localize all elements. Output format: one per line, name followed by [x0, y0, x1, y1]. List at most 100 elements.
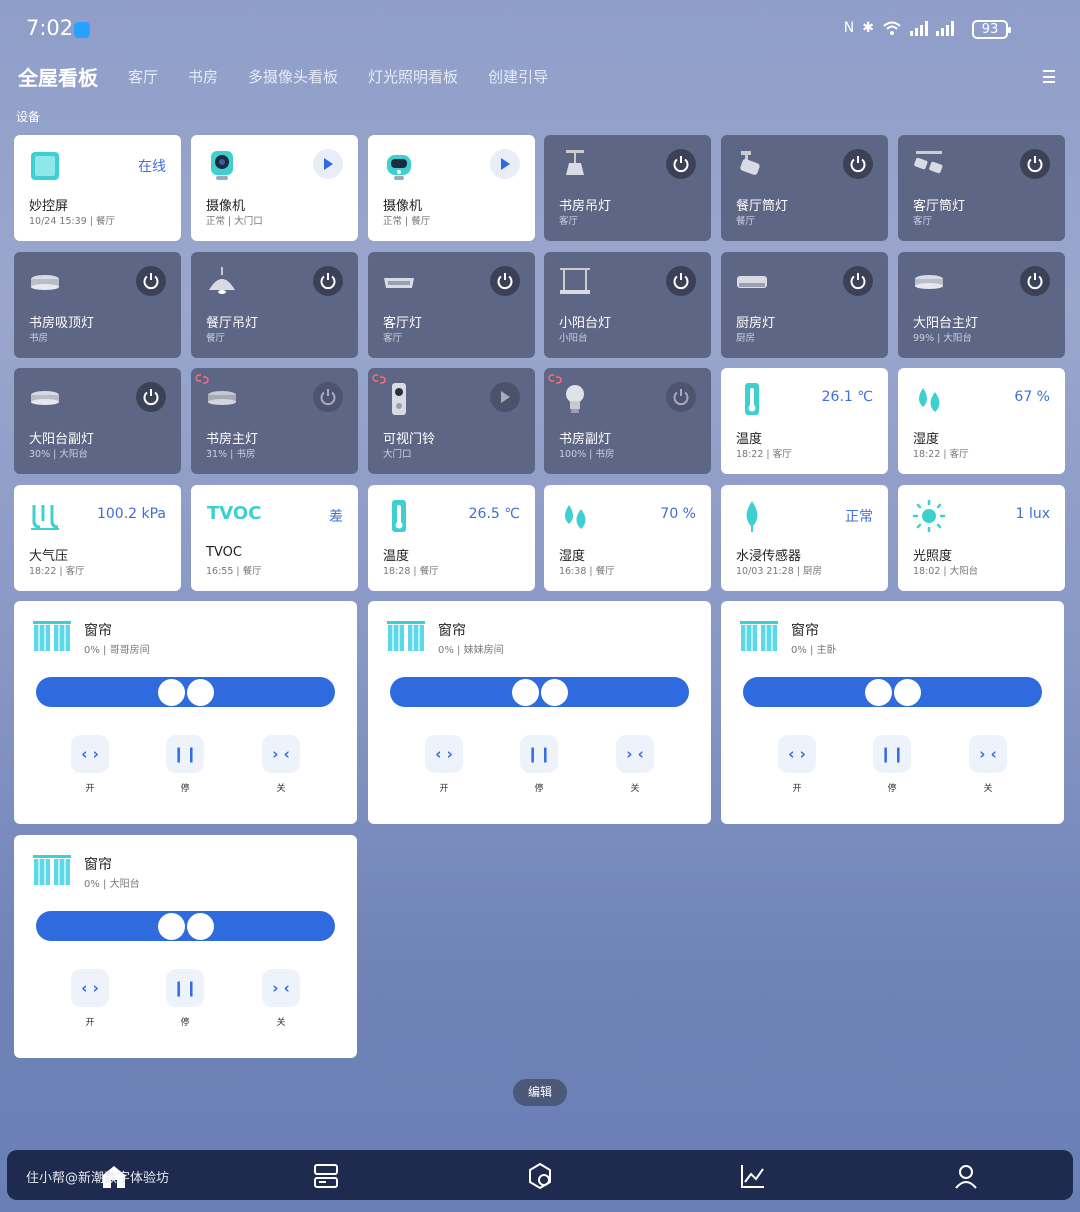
menu-icon[interactable] [1043, 70, 1055, 83]
curtain-open-button[interactable]: ‹ › [71, 969, 109, 1007]
power-button[interactable] [843, 149, 873, 179]
curtain-position-slider[interactable] [36, 677, 335, 707]
play-button[interactable] [490, 382, 520, 412]
device-card-camera[interactable]: 摄像机 正常 | 大门口 [191, 135, 358, 241]
device-card-light-offline[interactable]: 书房主灯 31% | 书房 [191, 368, 358, 474]
device-name: 妙控屏 [29, 199, 69, 214]
curtain-pause-button[interactable]: ❙❙ [520, 735, 558, 773]
device-card-light[interactable]: 书房吊灯 客厅 [544, 135, 711, 241]
bluetooth-icon: ✱ [862, 20, 874, 36]
profile-icon[interactable] [952, 1162, 980, 1190]
curtain-pause-button[interactable]: ❙❙ [166, 969, 204, 1007]
curtain-pause-button[interactable]: ❙❙ [873, 735, 911, 773]
power-button[interactable] [136, 266, 166, 296]
slider-handle-right[interactable] [894, 679, 921, 706]
curtain-position-slider[interactable] [743, 677, 1042, 707]
tab-multi-camera[interactable]: 多摄像头看板 [248, 66, 338, 87]
device-card-control-screen[interactable]: 在线 妙控屏 10/24 15:39 | 餐厅 [14, 135, 181, 241]
battery-icon: 93 [972, 20, 1011, 39]
curtain-pause-button[interactable]: ❙❙ [166, 735, 204, 773]
device-sub: 客厅 [559, 216, 579, 227]
power-button[interactable] [490, 266, 520, 296]
slider-handle-left[interactable] [512, 679, 539, 706]
curtain-close-button[interactable]: › ‹ [262, 735, 300, 773]
play-button[interactable] [313, 149, 343, 179]
device-card-light[interactable]: 大阳台副灯 30% | 大阳台 [14, 368, 181, 474]
curtain-open-button[interactable]: ‹ › [778, 735, 816, 773]
close-label: 关 [983, 784, 993, 794]
signal-2-icon [936, 20, 954, 36]
curtain-open-button[interactable]: ‹ › [71, 735, 109, 773]
power-button[interactable] [1020, 149, 1050, 179]
device-sub: 10/03 21:28 | 厨房 [736, 566, 823, 577]
device-card-light[interactable]: 客厅筒灯 客厅 [898, 135, 1065, 241]
device-name: TVOC [206, 545, 242, 560]
sensor-card-tvoc[interactable]: TVOC 差 TVOC 16:55 | 餐厅 [191, 485, 358, 591]
device-card-light[interactable]: 餐厅吊灯 餐厅 [191, 252, 358, 358]
curtain-close-button[interactable]: › ‹ [969, 735, 1007, 773]
statistics-icon[interactable] [739, 1162, 767, 1190]
curtain-icon [387, 621, 425, 651]
power-button[interactable] [843, 266, 873, 296]
sensor-card-pressure[interactable]: 100.2 kPa 大气压 18:22 | 客厅 [14, 485, 181, 591]
power-button[interactable] [136, 382, 166, 412]
tab-lighting[interactable]: 灯光照明看板 [368, 66, 458, 87]
curtain-card: 窗帘 0% | 妹妹房间 ‹ › ❙❙ › ‹ 开 停 关 [368, 601, 711, 824]
tab-create-guide[interactable]: 创建引导 [488, 66, 548, 87]
sun-icon [912, 499, 946, 533]
tab-study[interactable]: 书房 [188, 66, 218, 87]
curtain-position-slider[interactable] [36, 911, 335, 941]
sensor-value: 26.1 ℃ [821, 389, 873, 405]
sensor-card-humidity[interactable]: 67 % 湿度 18:22 | 客厅 [898, 368, 1065, 474]
device-card-light[interactable]: 餐厅筒灯 餐厅 [721, 135, 888, 241]
automation-icon[interactable] [526, 1162, 554, 1190]
slider-handle-right[interactable] [541, 679, 568, 706]
sensor-card-illuminance[interactable]: 1 lux 光照度 18:02 | 大阳台 [898, 485, 1065, 591]
pause-label: 停 [180, 1018, 190, 1028]
curtain-close-button[interactable]: › ‹ [262, 969, 300, 1007]
device-card-light[interactable]: 书房吸顶灯 书房 [14, 252, 181, 358]
curtain-close-button[interactable]: › ‹ [616, 735, 654, 773]
pause-label: 停 [534, 784, 544, 794]
sensor-card-water-leak[interactable]: 正常 水浸传感器 10/03 21:28 | 厨房 [721, 485, 888, 591]
devices-icon[interactable] [312, 1162, 340, 1190]
tab-whole-house[interactable]: 全屋看板 [18, 62, 98, 91]
nfc-icon: N [843, 20, 855, 36]
device-card-camera[interactable]: 摄像机 正常 | 餐厅 [368, 135, 535, 241]
curtain-name: 窗帘 [84, 623, 112, 639]
power-icon [143, 273, 159, 290]
slider-handle-left[interactable] [865, 679, 892, 706]
sensor-value: 差 [329, 509, 343, 525]
device-card-light-offline[interactable]: 书房副灯 100% | 书房 [544, 368, 711, 474]
device-card-light[interactable]: 客厅灯 客厅 [368, 252, 535, 358]
edit-button[interactable]: 编辑 [513, 1079, 567, 1106]
sensor-card-humidity[interactable]: 70 % 湿度 16:38 | 餐厅 [544, 485, 711, 591]
slider-handle-right[interactable] [187, 913, 214, 940]
tab-living-room[interactable]: 客厅 [128, 66, 158, 87]
slider-handle-left[interactable] [158, 679, 185, 706]
sensor-card-temperature[interactable]: 26.5 ℃ 温度 18:28 | 餐厅 [368, 485, 535, 591]
hanging-bar-light-icon [560, 268, 590, 294]
device-name: 小阳台灯 [559, 316, 612, 331]
power-button[interactable] [1020, 266, 1050, 296]
device-sub: 大门口 [383, 449, 412, 460]
slider-handle-right[interactable] [187, 679, 214, 706]
power-button[interactable] [313, 382, 343, 412]
curtain-position-slider[interactable] [390, 677, 689, 707]
thermometer-icon [392, 500, 406, 532]
slider-handle-left[interactable] [158, 913, 185, 940]
device-card-light[interactable]: 厨房灯 厨房 [721, 252, 888, 358]
power-button[interactable] [666, 266, 696, 296]
section-label: 设备 [16, 110, 41, 124]
curtain-sub: 0% | 妹妹房间 [438, 645, 504, 656]
sensor-card-temperature[interactable]: 26.1 ℃ 温度 18:22 | 客厅 [721, 368, 888, 474]
power-button[interactable] [313, 266, 343, 296]
device-card-light[interactable]: 大阳台主灯 99% | 大阳台 [898, 252, 1065, 358]
power-icon [673, 156, 689, 173]
power-button[interactable] [666, 382, 696, 412]
play-button[interactable] [490, 149, 520, 179]
curtain-open-button[interactable]: ‹ › [425, 735, 463, 773]
device-card-doorbell-offline[interactable]: 可视门铃 大门口 [368, 368, 535, 474]
power-button[interactable] [666, 149, 696, 179]
device-card-light[interactable]: 小阳台灯 小阳台 [544, 252, 711, 358]
